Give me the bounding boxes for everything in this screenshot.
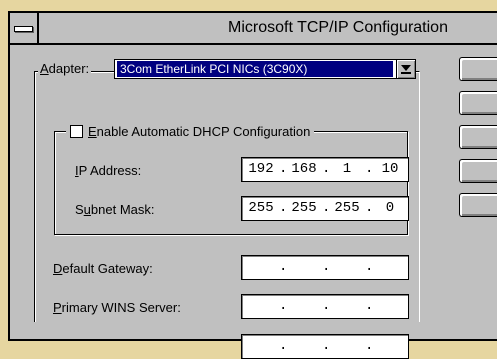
subnet-mask-field[interactable]: 255 . 255 . 255 . 0: [241, 196, 409, 221]
subnet-octet-3: 255: [334, 200, 360, 216]
dialog-button-4[interactable]: A: [459, 159, 497, 183]
primary-wins-field[interactable]: . . .: [241, 294, 409, 319]
system-menu-button[interactable]: [10, 13, 39, 43]
octet-separator: .: [365, 200, 374, 216]
dialog-button-5[interactable]: [459, 193, 497, 217]
dialog-content: Adapter: 3Com EtherLink PCI NICs (3C90X)…: [10, 45, 497, 359]
dialog-button-1[interactable]: [459, 57, 497, 81]
dialog-button-2[interactable]: [459, 91, 497, 115]
dialog-button-3[interactable]: [459, 125, 497, 149]
octet-separator: .: [279, 259, 288, 275]
subnet-octet-2: 255: [291, 200, 317, 216]
title-bar: Microsoft TCP/IP Configuration: [10, 13, 497, 45]
octet-separator: .: [365, 298, 374, 314]
octet-separator: .: [322, 259, 331, 275]
octet-separator: .: [279, 200, 288, 216]
octet-separator: .: [322, 200, 331, 216]
dhcp-checkbox-row[interactable]: Enable Automatic DHCP Configuration: [66, 122, 315, 140]
ip-octet-1: 192: [248, 161, 274, 177]
octet-separator: .: [279, 161, 288, 177]
ip-address-field[interactable]: 192 . 168 . 1 . 10: [241, 157, 409, 182]
octet-separator: .: [365, 259, 374, 275]
window-title: Microsoft TCP/IP Configuration: [228, 19, 448, 36]
octet-separator: .: [279, 338, 288, 354]
ip-octet-3: 1: [342, 161, 352, 177]
ip-address-label: IP Address:: [75, 163, 142, 178]
default-gateway-label: Default Gateway:: [53, 261, 153, 276]
adapter-label: Adapter:: [38, 60, 92, 78]
dropdown-underline-icon: [401, 72, 411, 74]
chevron-down-icon: [401, 65, 411, 71]
ip-octet-4: 10: [381, 161, 399, 177]
dhcp-checkbox-label: Enable Automatic DHCP Configuration: [88, 123, 311, 139]
ip-octet-2: 168: [291, 161, 317, 177]
subnet-octet-1: 255: [248, 200, 274, 216]
dropdown-arrow-button[interactable]: [396, 60, 415, 78]
primary-wins-label: Primary WINS Server:: [53, 300, 181, 315]
default-gateway-field[interactable]: . . .: [241, 255, 409, 280]
subnet-octet-4: 0: [385, 200, 395, 216]
octet-separator: .: [322, 161, 331, 177]
octet-separator: .: [365, 338, 374, 354]
system-menu-icon: [14, 26, 33, 32]
adapter-dropdown[interactable]: 3Com EtherLink PCI NICs (3C90X): [114, 59, 416, 79]
octet-separator: .: [365, 161, 374, 177]
octet-separator: .: [322, 298, 331, 314]
subnet-mask-label: Subnet Mask:: [75, 202, 155, 217]
adapter-selected-value: 3Com EtherLink PCI NICs (3C90X): [117, 61, 393, 77]
secondary-wins-field[interactable]: ...: [241, 334, 409, 359]
octet-separator: .: [322, 338, 331, 354]
dhcp-checkbox[interactable]: [70, 124, 83, 138]
octet-separator: .: [279, 298, 288, 314]
tcpip-config-dialog: Microsoft TCP/IP Configuration Adapter: …: [8, 11, 497, 359]
